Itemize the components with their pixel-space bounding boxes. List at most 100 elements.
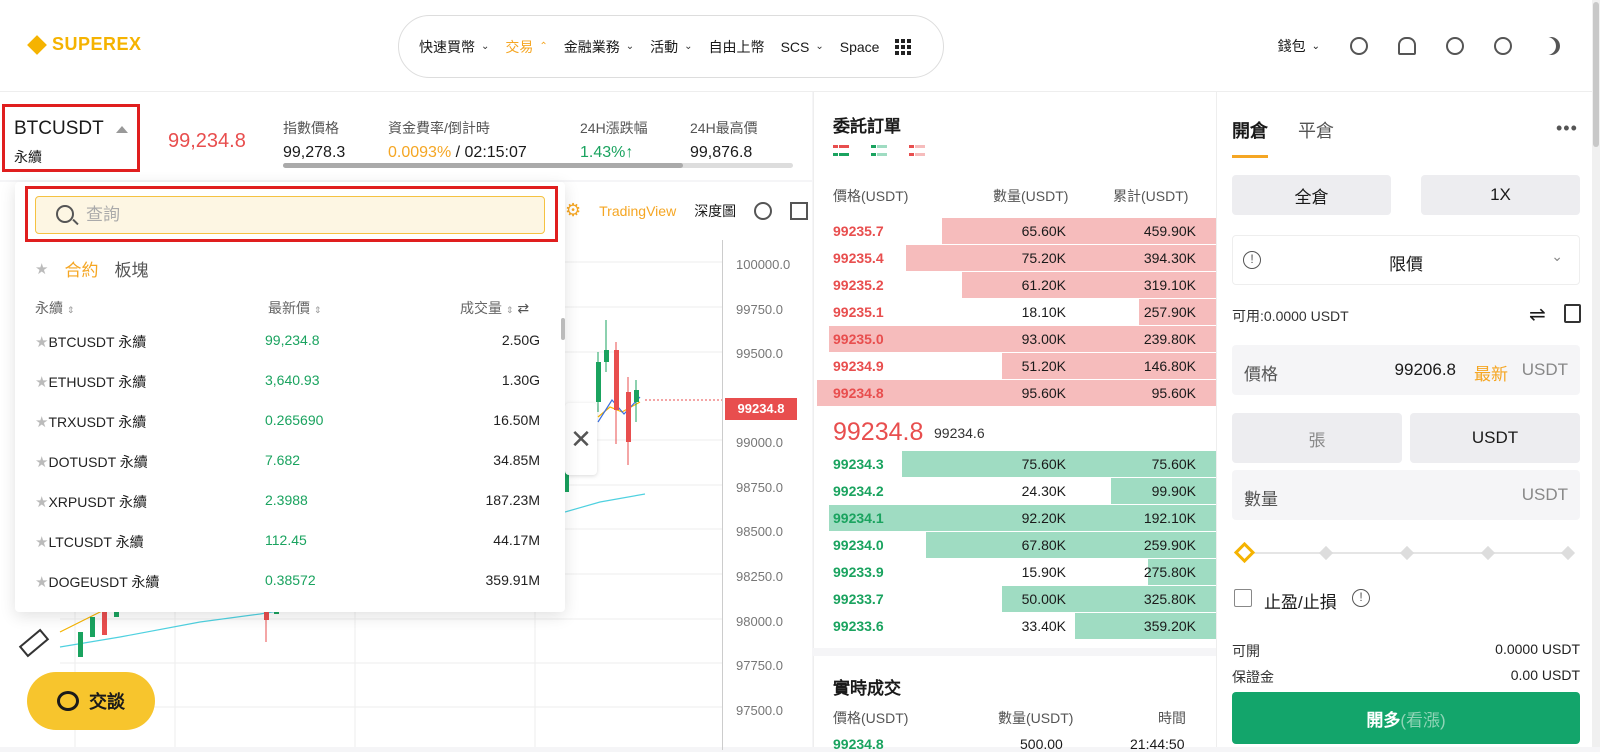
ask-total: 257.90K — [1143, 304, 1196, 320]
nav-space[interactable]: Space — [840, 39, 880, 55]
download-icon[interactable] — [1446, 37, 1464, 55]
star-icon[interactable]: ★ — [35, 374, 48, 391]
unit-usdt-button[interactable]: USDT — [1410, 413, 1580, 463]
ask-row[interactable]: 99235.1 18.10K 257.90K — [813, 299, 1216, 325]
price-value[interactable]: 99206.8 — [1395, 360, 1456, 380]
price-field[interactable]: 價格 99206.8 最新 USDT — [1232, 345, 1580, 395]
ask-row[interactable]: 99235.7 65.60K 459.90K — [813, 218, 1216, 244]
funding-label: 資金費率/倒計時 — [388, 120, 490, 136]
nav-activity[interactable]: 活動 ⌄ — [650, 37, 692, 57]
list-item[interactable]: ★TRXUSDT 永續 0.265690 16.50M — [35, 412, 540, 452]
order-book-view-toggles — [833, 145, 925, 159]
y-tick-label: 99000.0 — [736, 435, 783, 450]
tab-contract[interactable]: 合約 — [64, 256, 98, 281]
caret-up-icon[interactable] — [116, 126, 128, 133]
ask-row[interactable]: 99235.0 93.00K 239.80K — [813, 326, 1216, 352]
star-icon[interactable]: ★ — [35, 334, 48, 351]
col-price-header[interactable]: 最新價 ⇕ — [268, 298, 321, 318]
buy-sub-label: (看漲) — [1400, 710, 1446, 730]
tab-close-position[interactable]: 平倉 — [1298, 117, 1334, 143]
calculator-icon[interactable] — [1564, 304, 1581, 323]
margin-value: 0.00 USDT — [1510, 667, 1580, 683]
star-icon[interactable]: ★ — [35, 494, 48, 511]
sort-icon: ⇕ — [66, 305, 75, 315]
depth-chart-tab[interactable]: 深度圖 — [694, 201, 736, 221]
tab-sector[interactable]: 板塊 — [114, 256, 148, 281]
nav-free-listing[interactable]: 自由上幣 — [709, 37, 765, 57]
bid-row[interactable]: 99234.2 24.30K 99.90K — [813, 478, 1216, 504]
last-price: 99,234.8 — [168, 130, 246, 152]
nav-scs[interactable]: SCS ⌄ — [781, 39, 824, 55]
ask-row[interactable]: 99234.8 95.60K 95.60K — [813, 380, 1216, 406]
latest-price-button[interactable]: 最新 — [1474, 360, 1508, 385]
quantity-field[interactable]: 數量 USDT — [1232, 470, 1580, 520]
transfer-icon[interactable]: ⇌ — [1529, 302, 1546, 327]
bid-row[interactable]: 99234.0 67.80K 259.90K — [813, 532, 1216, 558]
nav-finance[interactable]: 金融業務 ⌄ — [564, 37, 634, 57]
chevron-down-icon: ⌄ — [684, 41, 693, 52]
ask-qty: 65.60K — [1021, 223, 1066, 239]
bid-row[interactable]: 99233.6 33.40K 359.20K — [813, 613, 1216, 639]
list-item[interactable]: ★XRPUSDT 永續 2.3988 187.23M — [35, 492, 540, 532]
list-item[interactable]: ★ETHUSDT 永續 3,640.93 1.30G — [35, 372, 540, 412]
open-long-button[interactable]: 開多 (看漲) — [1232, 692, 1580, 744]
logo[interactable]: SUPEREX — [27, 34, 142, 55]
bid-row[interactable]: 99233.9 15.90K 275.80K — [813, 559, 1216, 585]
asks-view-icon[interactable] — [909, 145, 925, 159]
symbol-price: 0.265690 — [265, 412, 324, 428]
settings-gear-icon[interactable]: ⚙ — [565, 200, 581, 221]
tradingview-tab[interactable]: TradingView — [599, 203, 676, 219]
bids-view-icon[interactable] — [871, 145, 887, 159]
chat-button[interactable]: 交談 — [27, 672, 155, 730]
bid-row[interactable]: 99234.3 75.60K 75.60K — [813, 451, 1216, 477]
ask-row[interactable]: 99235.4 75.20K 394.30K — [813, 245, 1216, 271]
ticker-scrollbar-thumb[interactable] — [283, 163, 683, 168]
list-item[interactable]: ★DOGEUSDT 永續 0.38572 359.91M — [35, 572, 540, 612]
favorites-star-icon[interactable]: ★ — [35, 260, 48, 278]
star-icon[interactable]: ★ — [35, 454, 48, 471]
chart-alert-icon[interactable] — [754, 201, 773, 220]
swap-icon[interactable]: ⇄ — [517, 300, 529, 316]
bid-row[interactable]: 99234.1 92.20K 192.10K — [813, 505, 1216, 531]
tab-open-position[interactable]: 開倉 — [1232, 117, 1268, 143]
star-icon[interactable]: ★ — [35, 414, 48, 431]
globe-icon[interactable] — [1494, 37, 1512, 55]
col-name-header[interactable]: 永續 ⇕ — [35, 298, 74, 318]
unit-contracts-button[interactable]: 張 — [1232, 413, 1402, 463]
list-scrollbar[interactable] — [561, 318, 565, 340]
search-input[interactable] — [35, 196, 545, 234]
list-item[interactable]: ★DOTUSDT 永續 7.682 34.85M — [35, 452, 540, 492]
close-icon[interactable]: ✕ — [565, 403, 597, 475]
margin-mode-button[interactable]: 全倉 — [1232, 175, 1391, 215]
page-scrollbar-thumb[interactable] — [1593, 2, 1599, 147]
star-icon[interactable]: ★ — [35, 534, 48, 551]
list-item[interactable]: ★BTCUSDT 永續 99,234.8 2.50G — [35, 332, 540, 372]
nav-trade[interactable]: 交易 ⌃ — [505, 37, 547, 57]
apps-grid-icon[interactable] — [895, 38, 912, 55]
expand-icon[interactable] — [790, 201, 809, 220]
trades-col-time: 時間 — [1158, 710, 1186, 726]
ask-row[interactable]: 99235.2 61.20K 319.10K — [813, 272, 1216, 298]
list-item[interactable]: ★LTCUSDT 永續 112.45 44.17M — [35, 532, 540, 572]
more-options-icon[interactable]: ••• — [1556, 118, 1578, 139]
symbol-label: TRXUSDT 永續 — [48, 414, 147, 430]
info-icon[interactable]: ! — [1352, 589, 1370, 607]
bid-row[interactable]: 99233.7 50.00K 325.80K — [813, 586, 1216, 612]
col-volume-header[interactable]: 成交量 ⇕ ⇄ — [460, 298, 529, 318]
y-tick-label: 99500.0 — [736, 346, 783, 361]
bell-icon[interactable] — [1398, 37, 1416, 55]
symbol-label: BTCUSDT 永續 — [48, 334, 147, 350]
moon-icon[interactable] — [1542, 37, 1560, 55]
star-icon[interactable]: ★ — [35, 574, 48, 591]
ask-total: 239.80K — [1143, 331, 1196, 347]
symbol-name[interactable]: BTCUSDT — [14, 118, 104, 140]
nav-quick-buy[interactable]: 快速買幣 ⌄ — [419, 37, 489, 57]
both-sides-view-icon[interactable] — [833, 145, 849, 159]
order-type-select[interactable]: ! 限價 ⌄ — [1232, 235, 1580, 285]
tpsl-checkbox[interactable] — [1234, 589, 1252, 607]
chevron-down-icon: ⌄ — [481, 41, 490, 52]
ask-row[interactable]: 99234.9 51.20K 146.80K — [813, 353, 1216, 379]
wallet-menu[interactable]: 錢包 ⌄ — [1278, 36, 1320, 56]
leverage-button[interactable]: 1X — [1421, 175, 1580, 215]
user-icon[interactable] — [1350, 37, 1368, 55]
